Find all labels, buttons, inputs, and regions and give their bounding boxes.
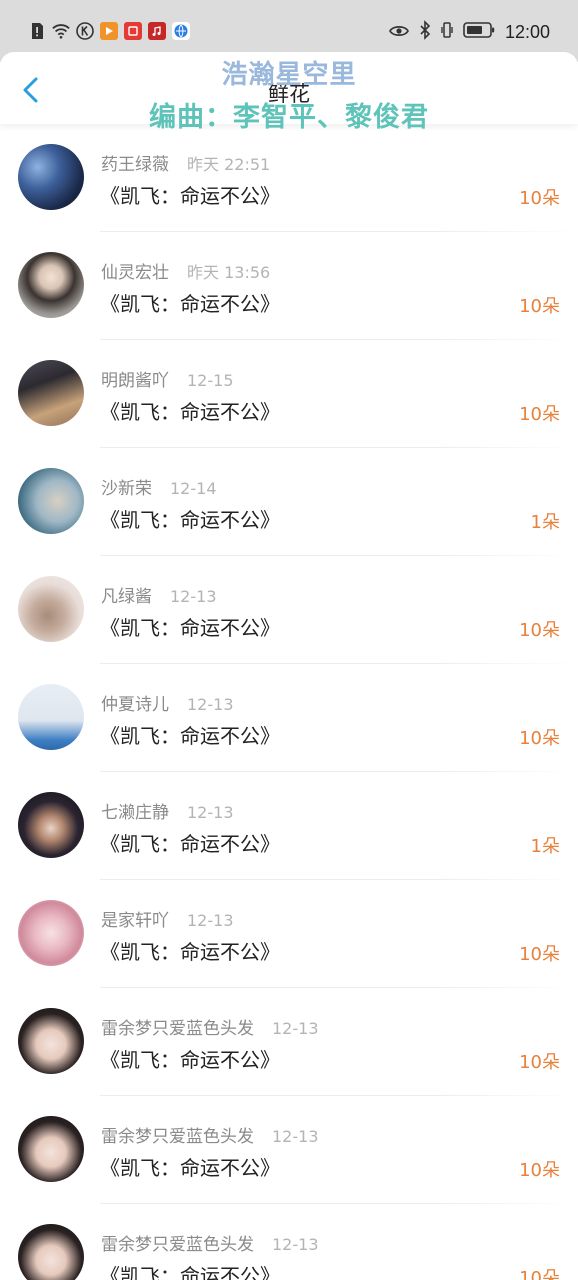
flower-count: 10朵 — [519, 944, 560, 965]
list-item[interactable]: 明朗酱吖 12-15 《凯飞：命运不公》 10朵 — [0, 340, 578, 448]
list-item[interactable]: 是家轩吖 12-13 《凯飞：命运不公》 10朵 — [0, 880, 578, 988]
flower-count: 1朵 — [530, 512, 560, 533]
flower-count: 10朵 — [519, 1160, 560, 1181]
list-item[interactable]: 雷余梦只爱蓝色头发 12-13 《凯飞：命运不公》 10朵 — [0, 1204, 578, 1280]
item-timestamp: 12-13 — [170, 587, 217, 606]
item-timestamp: 12-14 — [170, 479, 217, 498]
list-item[interactable]: 仲夏诗儿 12-13 《凯飞：命运不公》 10朵 — [0, 664, 578, 772]
user-name[interactable]: 凡绿酱 12-13 — [101, 582, 217, 607]
user-name-text: 雷余梦只爱蓝色头发 — [101, 1019, 254, 1039]
flower-count: 10朵 — [519, 404, 560, 425]
avatar[interactable] — [18, 468, 84, 534]
item-timestamp: 昨天 22:51 — [187, 155, 271, 174]
vibrate-icon — [441, 20, 453, 44]
list-item[interactable]: 药王绿薇 昨天 22:51 《凯飞：命运不公》 10朵 — [0, 124, 578, 232]
flower-list-screen: 12:00 鲜花 浩瀚星空里 编曲：李智平、黎俊君 药王绿薇 昨天 22:51 《凯… — [0, 0, 578, 1280]
item-timestamp: 12-15 — [187, 371, 234, 390]
avatar[interactable] — [18, 1008, 84, 1074]
avatar[interactable] — [18, 792, 84, 858]
song-title[interactable]: 《凯飞：命运不公》 — [100, 936, 280, 965]
flower-count: 10朵 — [519, 188, 560, 209]
song-title[interactable]: 《凯飞：命运不公》 — [100, 396, 280, 425]
avatar[interactable] — [18, 900, 84, 966]
flower-count: 10朵 — [519, 1052, 560, 1073]
item-timestamp: 12-13 — [187, 695, 234, 714]
flower-count: 10朵 — [519, 620, 560, 641]
flower-count: 10朵 — [519, 296, 560, 317]
user-name[interactable]: 雷余梦只爱蓝色头发 12-13 — [101, 1014, 319, 1039]
user-name-text: 明朗酱吖 — [101, 371, 169, 391]
eye-icon — [388, 23, 409, 42]
alert-icon — [28, 22, 46, 40]
item-timestamp: 12-13 — [272, 1235, 319, 1254]
video-app-icon — [100, 22, 118, 40]
red-app-icon — [124, 22, 142, 40]
user-name[interactable]: 明朗酱吖 12-15 — [101, 366, 234, 391]
user-name[interactable]: 雷余梦只爱蓝色头发 12-13 — [101, 1122, 319, 1147]
avatar[interactable] — [18, 252, 84, 318]
user-name[interactable]: 药王绿薇 昨天 22:51 — [101, 150, 270, 175]
song-title[interactable]: 《凯飞：命运不公》 — [100, 828, 280, 857]
song-title[interactable]: 《凯飞：命运不公》 — [100, 504, 280, 533]
overlay-caption-line-1: 浩瀚星空里 — [221, 60, 357, 90]
list-item[interactable]: 沙新荣 12-14 《凯飞：命运不公》 1朵 — [0, 448, 578, 556]
k-app-icon — [76, 22, 94, 40]
flower-count: 1朵 — [530, 836, 560, 857]
browser-app-icon — [172, 22, 190, 40]
song-title[interactable]: 《凯飞：命运不公》 — [100, 1152, 280, 1181]
avatar[interactable] — [18, 144, 84, 210]
item-timestamp: 昨天 13:56 — [187, 263, 271, 282]
list-item[interactable]: 仙灵宏壮 昨天 13:56 《凯飞：命运不公》 10朵 — [0, 232, 578, 340]
status-bar-left-icons — [28, 22, 190, 40]
item-timestamp: 12-13 — [272, 1127, 319, 1146]
song-title[interactable]: 《凯飞：命运不公》 — [100, 720, 280, 749]
user-name-text: 雷余梦只爱蓝色头发 — [101, 1127, 254, 1147]
item-timestamp: 12-13 — [187, 911, 234, 930]
song-title[interactable]: 《凯飞：命运不公》 — [100, 1044, 280, 1073]
item-timestamp: 12-13 — [272, 1019, 319, 1038]
user-name-text: 仲夏诗儿 — [101, 695, 169, 715]
flower-gift-list: 药王绿薇 昨天 22:51 《凯飞：命运不公》 10朵 仙灵宏壮 昨天 13:56 《凯飞：… — [0, 124, 578, 1280]
song-title[interactable]: 《凯飞：命运不公》 — [100, 1260, 280, 1280]
song-title[interactable]: 《凯飞：命运不公》 — [100, 612, 280, 641]
user-name[interactable]: 沙新荣 12-14 — [101, 474, 217, 499]
list-item[interactable]: 凡绿酱 12-13 《凯飞：命运不公》 10朵 — [0, 556, 578, 664]
user-name[interactable]: 雷余梦只爱蓝色头发 12-13 — [101, 1230, 319, 1255]
list-item[interactable]: 七濑庄静 12-13 《凯飞：命运不公》 1朵 — [0, 772, 578, 880]
user-name[interactable]: 七濑庄静 12-13 — [101, 798, 234, 823]
wifi-icon — [52, 22, 70, 40]
user-name-text: 凡绿酱 — [101, 587, 152, 607]
user-name[interactable]: 是家轩吖 12-13 — [101, 906, 234, 931]
user-name[interactable]: 仙灵宏壮 昨天 13:56 — [101, 258, 270, 283]
list-item[interactable]: 雷余梦只爱蓝色头发 12-13 《凯飞：命运不公》 10朵 — [0, 988, 578, 1096]
flower-count: 10朵 — [519, 1268, 560, 1280]
status-bar-right-icons: 12:00 — [388, 20, 550, 44]
list-item[interactable]: 雷余梦只爱蓝色头发 12-13 《凯飞：命运不公》 10朵 — [0, 1096, 578, 1204]
user-name-text: 仙灵宏壮 — [101, 263, 169, 283]
user-name-text: 沙新荣 — [101, 479, 152, 499]
avatar[interactable] — [18, 576, 84, 642]
avatar[interactable] — [18, 1224, 84, 1280]
avatar[interactable] — [18, 360, 84, 426]
flower-count: 10朵 — [519, 728, 560, 749]
battery-icon — [463, 21, 495, 43]
user-name[interactable]: 仲夏诗儿 12-13 — [101, 690, 234, 715]
song-title[interactable]: 《凯飞：命运不公》 — [100, 180, 280, 209]
user-name-text: 药王绿薇 — [101, 155, 169, 175]
bluetooth-icon — [419, 20, 431, 44]
song-title[interactable]: 《凯飞：命运不公》 — [100, 288, 280, 317]
avatar[interactable] — [18, 684, 84, 750]
user-name-text: 雷余梦只爱蓝色头发 — [101, 1235, 254, 1255]
avatar[interactable] — [18, 1116, 84, 1182]
music-app-icon — [148, 22, 166, 40]
user-name-text: 七濑庄静 — [101, 803, 169, 823]
status-time: 12:00 — [504, 21, 550, 42]
user-name-text: 是家轩吖 — [101, 911, 169, 931]
item-timestamp: 12-13 — [187, 803, 234, 822]
